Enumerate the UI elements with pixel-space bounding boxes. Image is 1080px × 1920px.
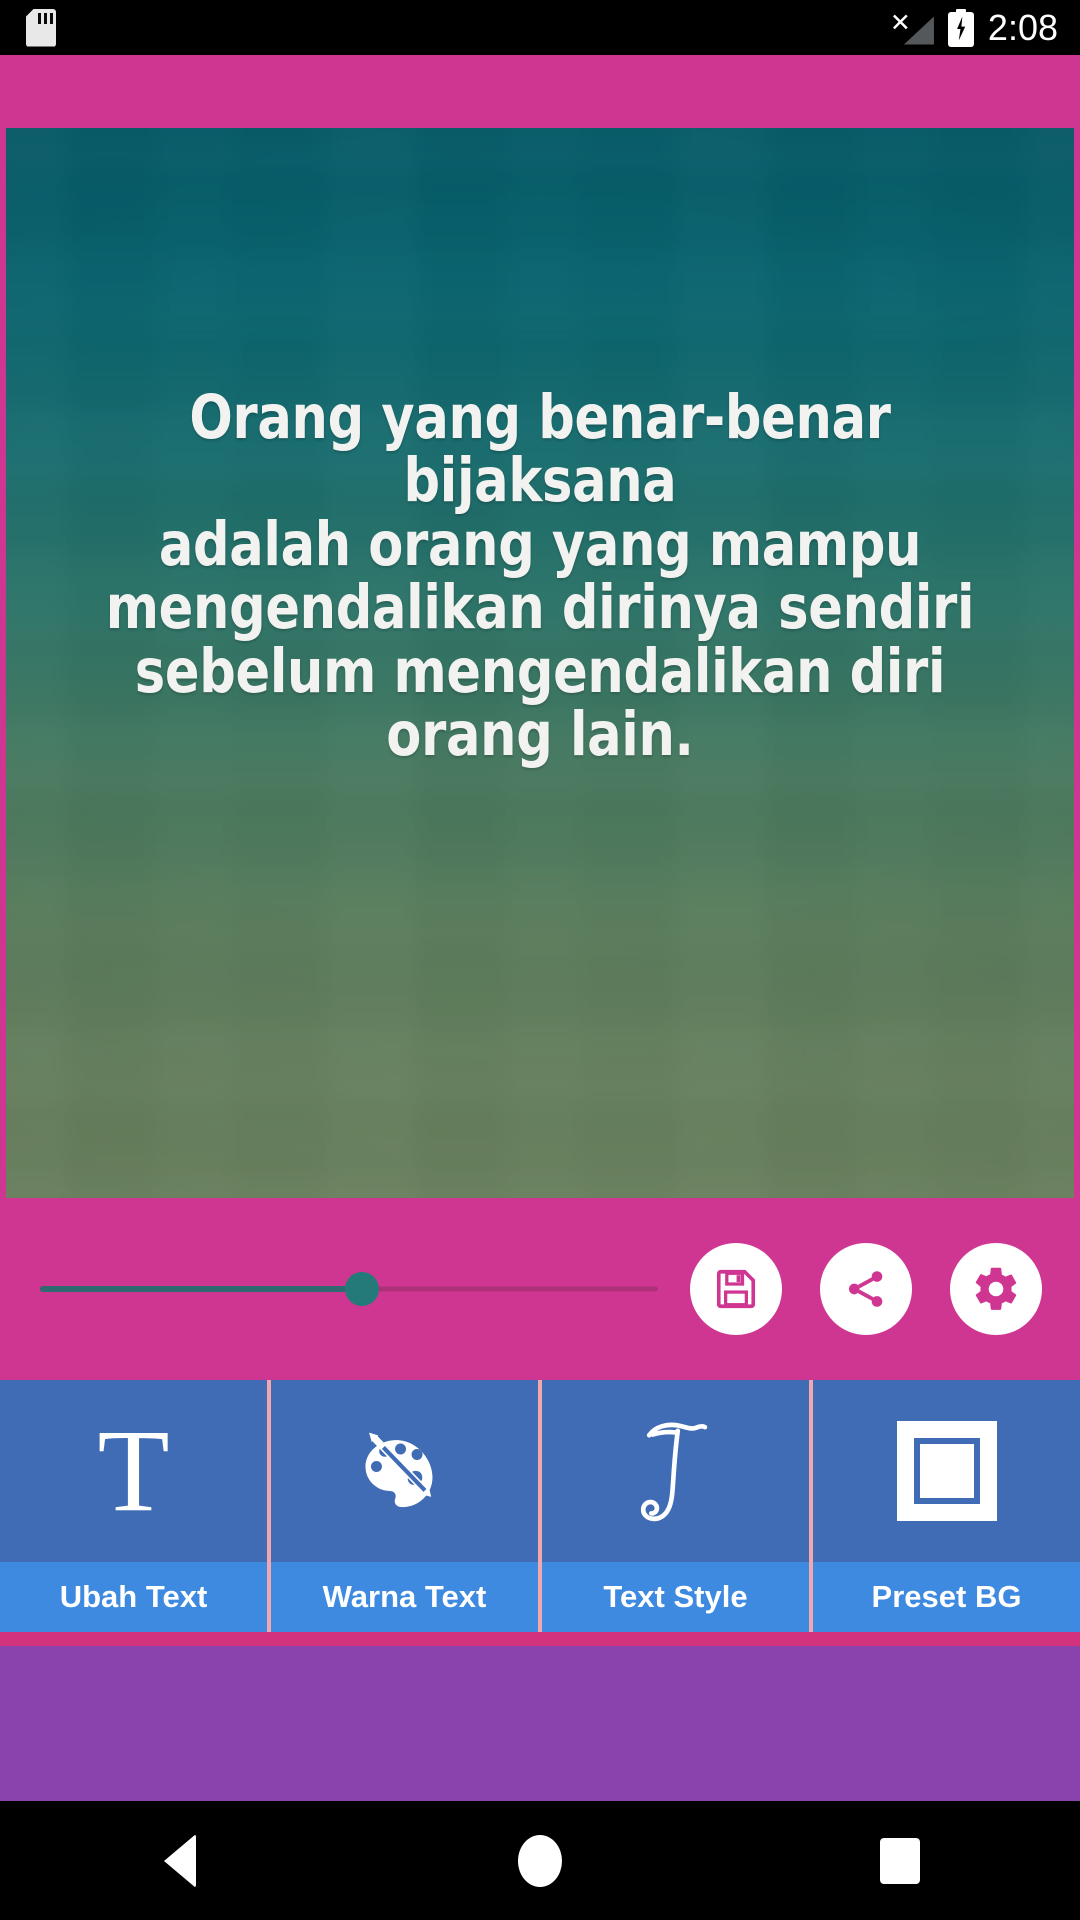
gear-icon	[975, 1267, 1017, 1310]
tool-label-area: Preset BG	[813, 1562, 1080, 1632]
ad-banner-area[interactable]	[0, 1646, 1080, 1801]
status-bar: ✕ 2:08	[0, 0, 1080, 55]
tool-label-area: Ubah Text	[0, 1562, 267, 1632]
tool-icon-area: T	[0, 1380, 267, 1562]
tool-icon-area	[542, 1380, 809, 1562]
palette-brush-icon	[364, 1432, 432, 1508]
square-frame-icon	[896, 1421, 997, 1521]
tool-label: Ubah Text	[59, 1579, 208, 1614]
status-bar-right: ✕ 2:08	[890, 6, 1080, 49]
no-signal-icon: ✕	[890, 10, 934, 45]
nav-back-button[interactable]	[90, 1801, 270, 1920]
share-icon	[848, 1271, 883, 1307]
tool-icon-area	[271, 1380, 538, 1562]
settings-button[interactable]	[950, 1243, 1042, 1335]
tool-toolbar: T Ubah Text Warna Text Text Style Preset…	[0, 1380, 1080, 1632]
text-size-slider[interactable]	[40, 1259, 658, 1319]
tool-label-area: Text Style	[542, 1562, 809, 1632]
home-circle-icon	[518, 1834, 562, 1887]
share-button[interactable]	[820, 1243, 912, 1335]
battery-charging-icon	[947, 8, 974, 47]
save-button[interactable]	[690, 1243, 782, 1335]
tool-label: Warna Text	[322, 1579, 487, 1614]
sd-card-icon	[26, 8, 56, 47]
slider-thumb[interactable]	[345, 1272, 379, 1306]
tool-label-area: Warna Text	[271, 1562, 538, 1632]
quote-canvas[interactable]: Orang yang benar-benar bijaksana adalah …	[6, 128, 1074, 1198]
back-triangle-icon	[164, 1833, 196, 1888]
tool-warna-text[interactable]: Warna Text	[267, 1380, 538, 1632]
quote-text[interactable]: Orang yang benar-benar bijaksana adalah …	[43, 386, 1036, 767]
app-root: ✕ 2:08 Orang yang benar-benar bijaksana …	[0, 0, 1080, 1920]
android-navigation-bar	[0, 1801, 1080, 1920]
script-letter-t-icon	[640, 1422, 707, 1522]
save-floppy-icon	[716, 1269, 756, 1309]
nav-recents-button[interactable]	[810, 1801, 990, 1920]
status-clock: 2:08	[987, 6, 1058, 48]
slider-track-fill	[40, 1286, 362, 1292]
action-buttons	[690, 1243, 1080, 1335]
tool-preset-bg[interactable]: Preset BG	[809, 1380, 1080, 1632]
recents-square-icon	[880, 1837, 920, 1884]
tool-label: Text Style	[603, 1579, 748, 1614]
tool-label: Preset BG	[871, 1579, 1022, 1614]
control-row	[0, 1198, 1080, 1380]
nav-home-button[interactable]	[450, 1801, 630, 1920]
pink-divider-strip	[0, 1632, 1080, 1646]
tool-ubah-text[interactable]: T Ubah Text	[0, 1380, 267, 1632]
tool-icon-area	[813, 1380, 1080, 1562]
tool-text-style[interactable]: Text Style	[538, 1380, 809, 1632]
serif-letter-t-icon: T	[97, 1405, 170, 1536]
